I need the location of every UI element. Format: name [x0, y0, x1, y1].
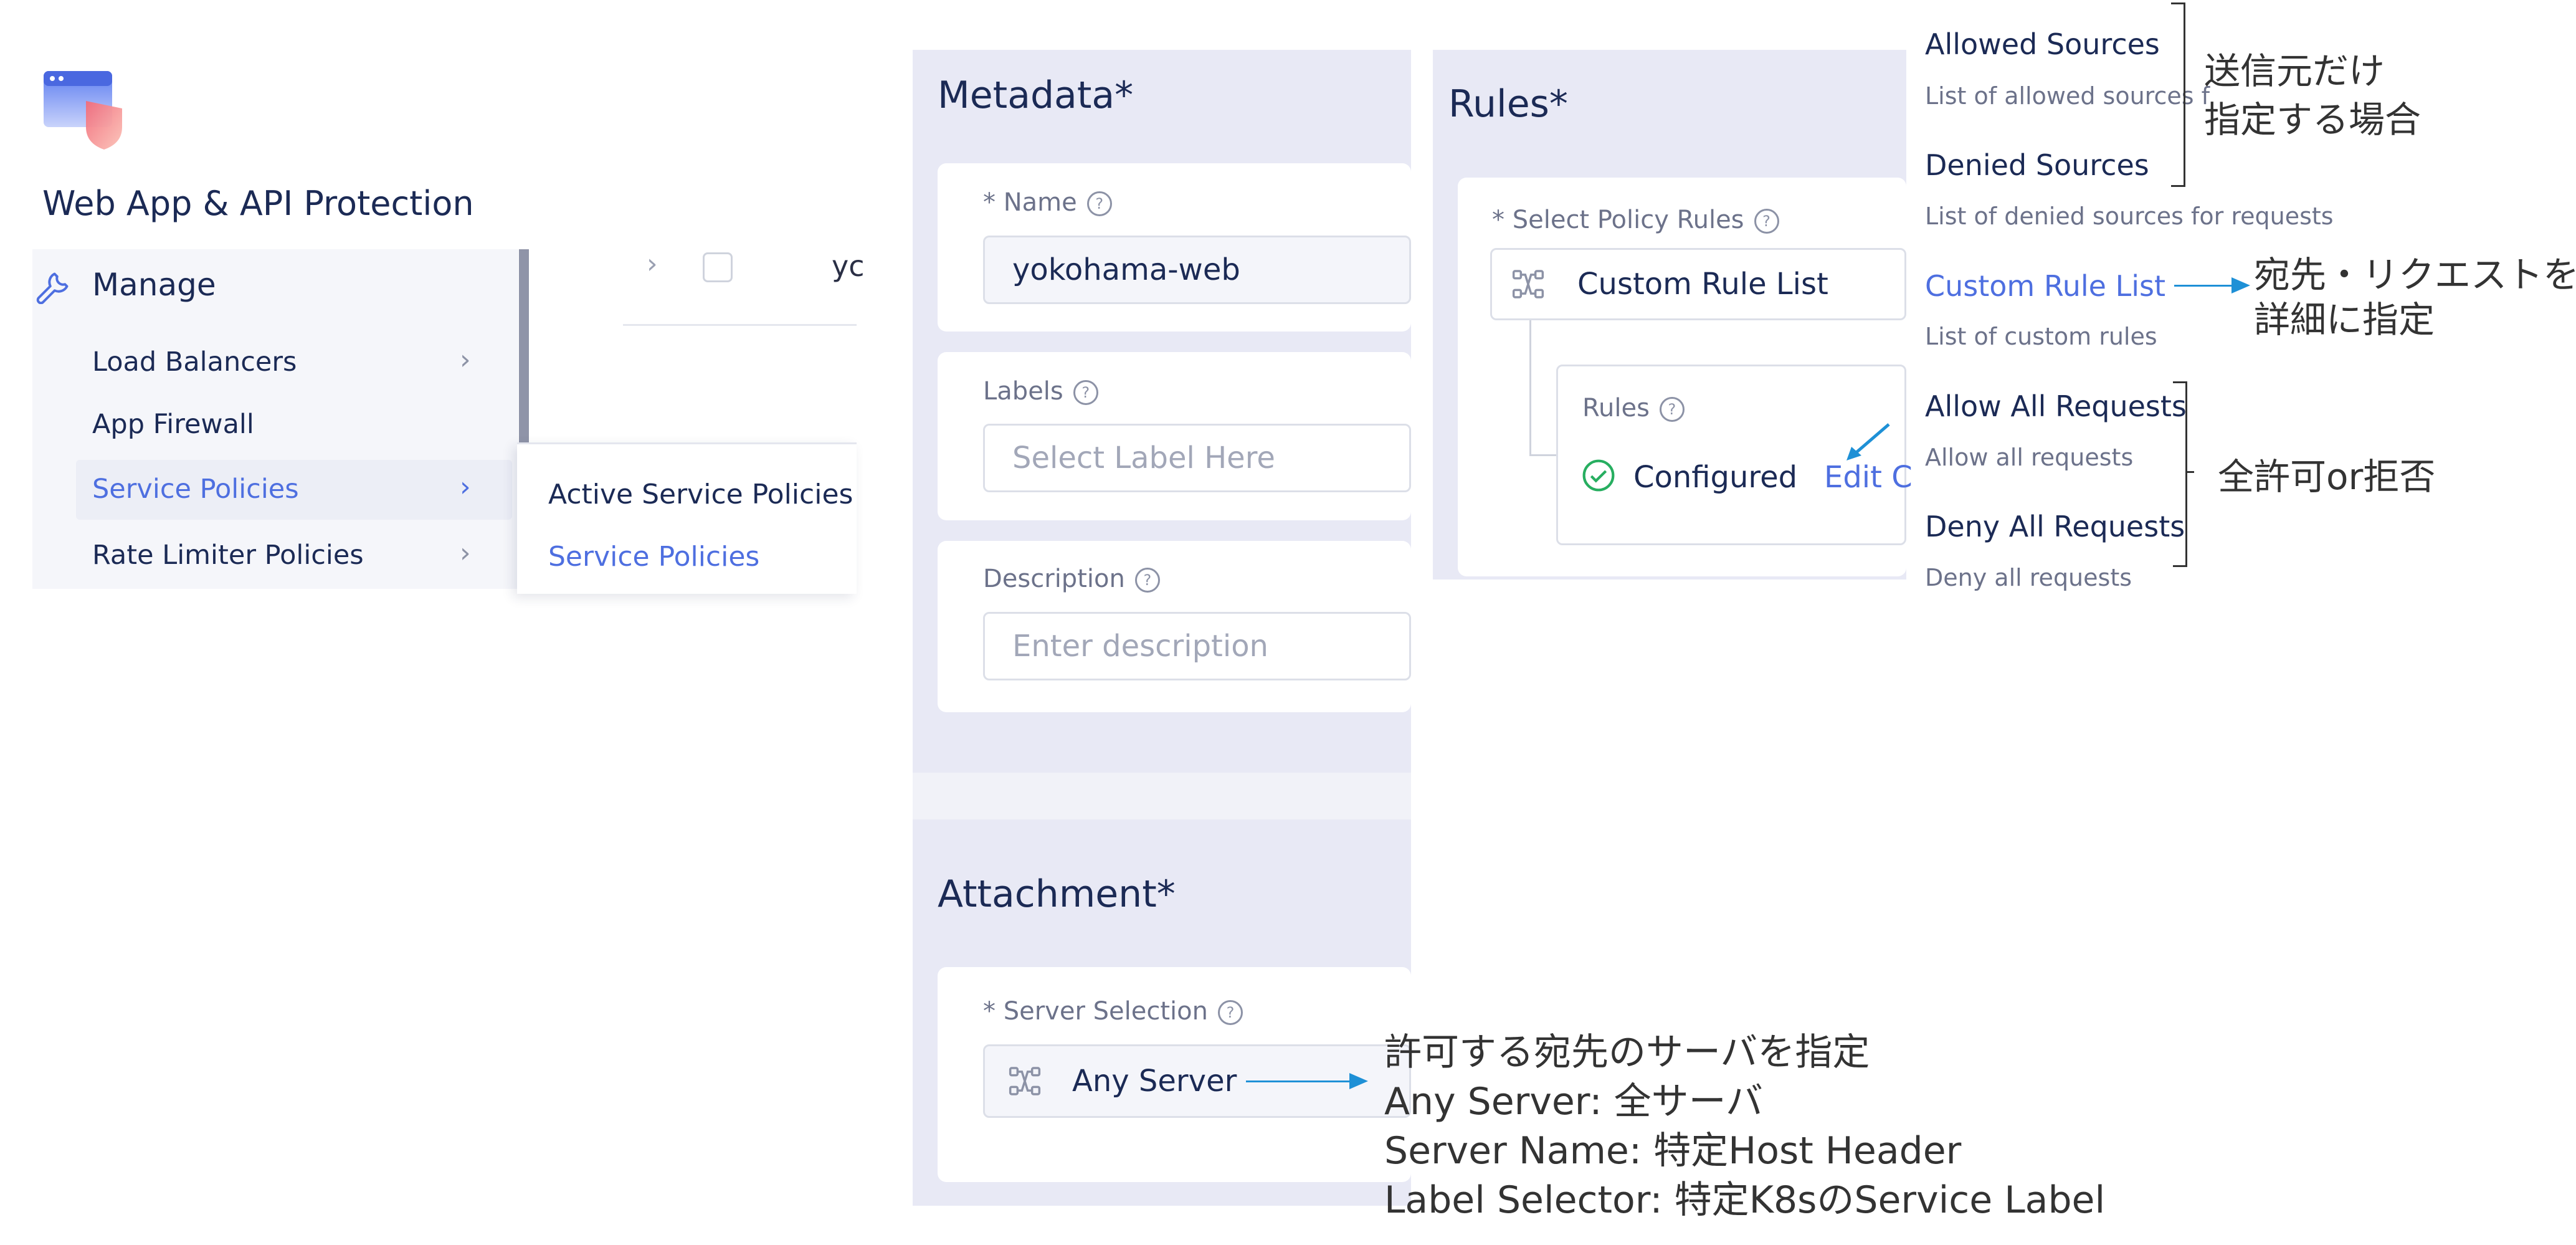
help-icon[interactable]: ? — [1086, 191, 1112, 216]
sidebar-scrollbar[interactable] — [519, 249, 529, 449]
option-denied-sources[interactable]: Denied Sources — [1925, 148, 2149, 182]
option-custom-rule-list-desc: List of custom rules — [1925, 323, 2157, 350]
rules-tree-icon — [1511, 267, 1546, 304]
option-allow-all-requests-desc: Allow all requests — [1925, 444, 2134, 471]
annotation-server-selection: 許可する宛先のサーバを指定 Any Server: 全サーバ Server Na… — [1384, 1031, 2106, 1222]
submenu-item-active-service-policies[interactable]: Active Service Policies — [548, 479, 853, 510]
annotation-arrow — [1844, 421, 1894, 467]
annotation-bracket — [2173, 381, 2187, 567]
annotation-sources: 送信元だけ 指定する場合 — [2204, 50, 2422, 141]
annotation-allow-deny: 全許可or拒否 — [2218, 456, 2436, 498]
option-denied-sources-desc: List of denied sources for requests — [1925, 203, 2334, 230]
chevron-right-icon: › — [460, 537, 471, 569]
help-icon[interactable]: ? — [1659, 397, 1685, 422]
option-allowed-sources-desc: List of allowed sources f — [1925, 82, 2210, 110]
rules-title: Rules* — [1448, 82, 1568, 126]
labels-label: Labels? — [983, 377, 1098, 406]
name-input[interactable]: yokohama-web — [983, 236, 1411, 304]
chevron-right-icon: › — [460, 344, 471, 376]
rules-inner-label: Rules? — [1582, 394, 1685, 422]
help-icon[interactable]: ? — [1073, 380, 1098, 405]
description-label: Description? — [983, 565, 1160, 593]
wrench-icon — [34, 267, 72, 305]
help-icon[interactable]: ? — [1134, 568, 1160, 593]
labels-select[interactable]: Select Label Here — [983, 424, 1411, 492]
annotation-bracket-tick — [2185, 471, 2194, 473]
sidebar-item-load-balancers[interactable]: Load Balancers — [92, 346, 297, 378]
help-icon[interactable]: ? — [1217, 1000, 1243, 1025]
nav-section-manage[interactable]: Manage — [92, 267, 216, 303]
sidebar-item-service-policies[interactable]: Service Policies — [92, 474, 299, 505]
option-custom-rule-list[interactable]: Custom Rule List — [1925, 269, 2165, 303]
check-circle-icon — [1581, 458, 1616, 495]
app-logo-icon — [42, 70, 136, 151]
annotation-arrow-head — [1349, 1073, 1368, 1089]
description-input[interactable]: Enter description — [983, 612, 1411, 680]
policy-rules-select-value: Custom Rule List — [1577, 267, 1828, 302]
option-deny-all-requests-desc: Deny all requests — [1925, 564, 2132, 591]
sidebar-item-rate-limiter-policies[interactable]: Rate Limiter Policies — [92, 540, 364, 571]
option-allow-all-requests[interactable]: Allow All Requests — [1925, 389, 2187, 423]
app-title: Web App & API Protection — [42, 184, 474, 223]
annotation-custom-rule: 宛先・リクエストを 詳細に指定 — [2254, 254, 2576, 341]
server-selection-value: Any Server — [1072, 1064, 1237, 1099]
row-expand-chevron-icon[interactable]: › — [647, 248, 658, 280]
attachment-title: Attachment* — [938, 872, 1176, 916]
row-divider — [623, 324, 857, 326]
name-label: * Name? — [983, 188, 1112, 217]
submenu-item-service-policies[interactable]: Service Policies — [548, 541, 759, 573]
metadata-title: Metadata* — [938, 74, 1134, 117]
rules-status: Configured — [1633, 460, 1798, 495]
list-item[interactable]: yc — [832, 249, 865, 283]
rules-tree-icon — [1007, 1064, 1042, 1099]
option-deny-all-requests[interactable]: Deny All Requests — [1925, 510, 2185, 543]
select-policy-rules-label: * Select Policy Rules? — [1492, 206, 1779, 234]
server-selection-label: * Server Selection? — [983, 997, 1243, 1026]
sidebar-item-app-firewall[interactable]: App Firewall — [92, 409, 254, 440]
section-separator — [913, 773, 1411, 819]
annotation-arrow — [2174, 285, 2233, 287]
help-icon[interactable]: ? — [1754, 209, 1779, 234]
row-checkbox[interactable] — [703, 252, 733, 282]
annotation-arrow-head — [2231, 277, 2250, 293]
annotation-bracket — [2171, 2, 2185, 187]
option-allowed-sources[interactable]: Allowed Sources — [1925, 27, 2160, 61]
annotation-arrow — [1246, 1080, 1352, 1082]
chevron-right-icon: › — [460, 471, 471, 503]
